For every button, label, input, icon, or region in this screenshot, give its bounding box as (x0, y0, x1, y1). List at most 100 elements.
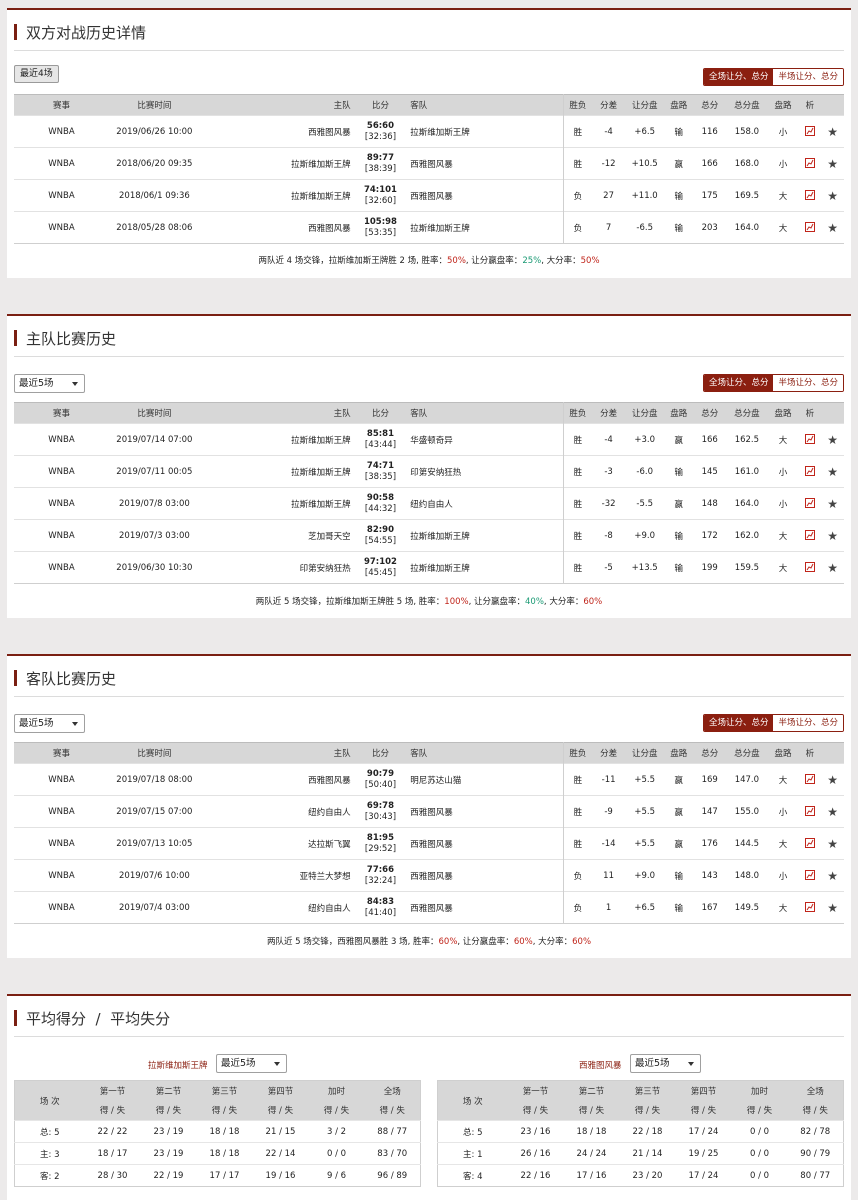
tab-full-game[interactable]: 全场让分、总分 (703, 375, 774, 391)
recent-matches-button[interactable]: 最近4场 (14, 65, 59, 83)
tab-half-game[interactable]: 半场让分、总分 (773, 375, 843, 391)
handicap-result-cell: 赢 (664, 763, 694, 796)
star-icon[interactable]: ★ (827, 805, 838, 819)
away-team-cell[interactable]: 拉斯维加斯王牌 (406, 519, 564, 552)
league-cell[interactable]: WNBA (14, 147, 109, 180)
star-icon[interactable]: ★ (827, 433, 838, 447)
chart-line-icon[interactable] (804, 126, 815, 137)
point-diff-cell: -32 (592, 487, 626, 520)
chart-line-icon[interactable] (804, 774, 815, 785)
star-icon[interactable]: ★ (827, 189, 838, 203)
chart-line-icon[interactable] (804, 562, 815, 573)
chart-line-icon[interactable] (804, 190, 815, 201)
away-team-cell[interactable]: 西雅图风暴 (406, 827, 564, 860)
home-team-cell[interactable]: 拉斯维加斯王牌 (199, 455, 355, 488)
away-team-cell[interactable]: 纽约自由人 (406, 487, 564, 520)
league-cell[interactable]: WNBA (14, 519, 109, 552)
chart-line-icon[interactable] (804, 530, 815, 541)
left-recent-select[interactable]: 最近5场 (216, 1054, 287, 1073)
home-team-cell[interactable]: 亚特兰大梦想 (199, 859, 355, 892)
chart-line-icon[interactable] (804, 870, 815, 881)
away-team-cell[interactable]: 拉斯维加斯王牌 (406, 211, 564, 244)
home-team-cell[interactable]: 达拉斯飞翼 (199, 827, 355, 860)
chart-line-icon[interactable] (804, 498, 815, 509)
league-cell[interactable]: WNBA (14, 551, 109, 584)
home-team-cell[interactable]: 芝加哥天空 (199, 519, 355, 552)
star-icon[interactable]: ★ (827, 869, 838, 883)
over-under-cell: 大 (767, 211, 799, 244)
home-team-cell[interactable]: 西雅图风暴 (199, 763, 355, 796)
handicap-result-cell: 输 (664, 179, 694, 212)
tab-full-game[interactable]: 全场让分、总分 (703, 715, 774, 731)
home-team-cell[interactable]: 拉斯维加斯王牌 (199, 179, 355, 212)
star-icon[interactable]: ★ (827, 773, 838, 787)
star-icon[interactable]: ★ (827, 901, 838, 915)
chart-line-icon[interactable] (804, 222, 815, 233)
tab-half-game[interactable]: 半场让分、总分 (773, 715, 843, 731)
star-icon[interactable]: ★ (827, 529, 838, 543)
away-team-cell[interactable]: 明尼苏达山猫 (406, 763, 564, 796)
league-cell[interactable]: WNBA (14, 763, 109, 796)
row-type-cell: 主: 1 (437, 1142, 508, 1165)
star-icon[interactable]: ★ (827, 465, 838, 479)
home-team-cell[interactable]: 纽约自由人 (199, 795, 355, 828)
away-team-cell[interactable]: 西雅图风暴 (406, 147, 564, 180)
league-cell[interactable]: WNBA (14, 487, 109, 520)
chart-line-icon[interactable] (804, 806, 815, 817)
chart-line-icon[interactable] (804, 466, 815, 477)
half-score: [38:35] (364, 471, 397, 482)
right-recent-select[interactable]: 最近5场 (630, 1054, 701, 1073)
star-icon[interactable]: ★ (827, 561, 838, 575)
home-team-cell[interactable]: 拉斯维加斯王牌 (199, 147, 355, 180)
score-cell: 56:60 [32:36] (354, 115, 407, 148)
home-team-cell[interactable]: 西雅图风暴 (199, 115, 355, 148)
away-team-cell[interactable]: 拉斯维加斯王牌 (406, 551, 564, 584)
league-cell[interactable]: WNBA (14, 827, 109, 860)
analysis-cell (798, 519, 822, 552)
home-history-table: 赛事 比赛时间 主队 比分 客队 胜负 分差 让分盘 盘路 总分 总分盘 盘路析 WNBA 2019/07… (14, 402, 844, 584)
caret-down-icon (72, 382, 78, 386)
league-cell[interactable]: WNBA (14, 179, 109, 212)
league-cell[interactable]: WNBA (14, 423, 109, 456)
table-row: WNBA 2019/07/4 03:00 纽约自由人 84:83 [41:40] 西雅图风… (14, 891, 844, 924)
league-cell[interactable]: WNBA (14, 455, 109, 488)
home-team-cell[interactable]: 拉斯维加斯王牌 (199, 423, 355, 456)
chart-line-icon[interactable] (804, 838, 815, 849)
away-team-cell[interactable]: 华盛顿奇异 (406, 423, 564, 456)
total-score-cell: 203 (693, 211, 727, 244)
column-header: 总分 (693, 742, 727, 764)
league-cell[interactable]: WNBA (14, 795, 109, 828)
star-icon[interactable]: ★ (827, 125, 838, 139)
chart-line-icon[interactable] (804, 902, 815, 913)
chart-line-icon[interactable] (804, 158, 815, 169)
home-team-cell[interactable]: 印第安纳狂热 (199, 551, 355, 584)
home-team-cell[interactable]: 拉斯维加斯王牌 (199, 487, 355, 520)
star-icon[interactable]: ★ (827, 221, 838, 235)
away-team-cell[interactable]: 西雅图风暴 (406, 891, 564, 924)
favorite-cell: ★ (821, 859, 844, 892)
star-icon[interactable]: ★ (827, 157, 838, 171)
score-cell: 24 / 24 (563, 1142, 620, 1165)
star-icon[interactable]: ★ (827, 837, 838, 851)
away-recent-select[interactable]: 最近5场 (14, 714, 85, 733)
away-team-cell[interactable]: 拉斯维加斯王牌 (406, 115, 564, 148)
home-recent-select[interactable]: 最近5场 (14, 374, 85, 393)
handicap-line-cell: +6.5 (625, 891, 665, 924)
tab-full-game[interactable]: 全场让分、总分 (703, 69, 774, 85)
chart-line-icon[interactable] (804, 434, 815, 445)
league-cell[interactable]: WNBA (14, 115, 109, 148)
away-team-cell[interactable]: 西雅图风暴 (406, 795, 564, 828)
away-team-cell[interactable]: 西雅图风暴 (406, 179, 564, 212)
away-history-panel: 客队比赛历史 最近5场 全场让分、总分 半场让分、总分 赛事 比赛时间 主队 比分 客队… (7, 654, 851, 958)
tab-half-game[interactable]: 半场让分、总分 (773, 69, 843, 85)
result-cell: 胜 (563, 519, 593, 552)
away-team-cell[interactable]: 西雅图风暴 (406, 859, 564, 892)
league-cell[interactable]: WNBA (14, 211, 109, 244)
score-cell: 3 / 2 (308, 1120, 365, 1143)
league-cell[interactable]: WNBA (14, 891, 109, 924)
league-cell[interactable]: WNBA (14, 859, 109, 892)
home-team-cell[interactable]: 西雅图风暴 (199, 211, 355, 244)
away-team-cell[interactable]: 印第安纳狂热 (406, 455, 564, 488)
home-team-cell[interactable]: 纽约自由人 (199, 891, 355, 924)
star-icon[interactable]: ★ (827, 497, 838, 511)
